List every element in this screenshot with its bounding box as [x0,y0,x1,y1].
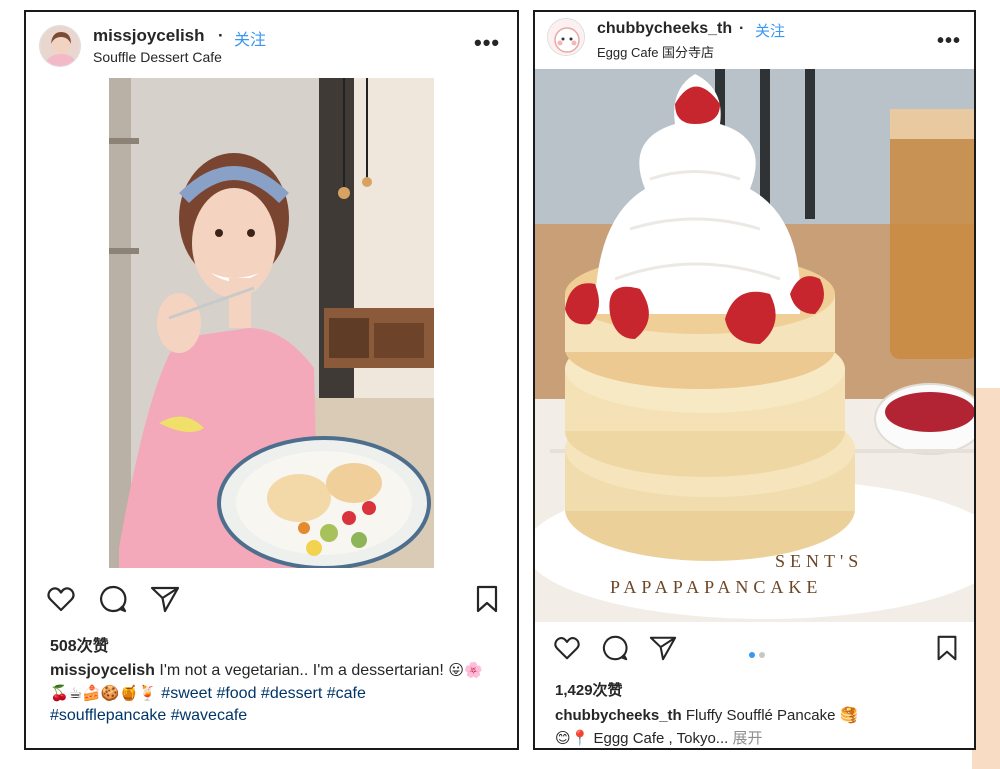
post-caption: missjoycelish I'm not a vegetarian.. I'm… [50,659,505,727]
follow-button[interactable]: 关注 [234,26,266,50]
avatar-cartoon [548,19,584,55]
separator-dot: · [218,26,224,45]
hashtags-line-2[interactable]: #soufflepancake #wavecafe [50,707,247,724]
share-icon[interactable] [649,634,677,662]
post-caption: chubbycheeks_th Fluffy Soufflé Pancake 🥞… [555,704,970,748]
instagram-post-1: missjoycelish · 关注 Souffle Dessert Cafe … [24,10,519,750]
caption-text: Fluffy Soufflé Pancake [681,707,840,724]
caption-emoji: 🥞 [839,706,859,724]
post-photo[interactable] [109,78,434,568]
photo-souffle-pancake: SENT'S PAPAPAPANCAKE [535,69,974,622]
caption-username[interactable]: missjoycelish [50,662,155,679]
location-link[interactable]: Eggg Cafe 国分寺店 [597,42,714,61]
caption-line2-emoji: 😊📍 [555,729,590,747]
caption-username[interactable]: chubbycheeks_th [555,707,682,724]
heart-icon[interactable] [46,584,76,614]
bookmark-icon[interactable] [933,634,961,662]
comment-icon[interactable] [601,634,629,662]
follow-button[interactable]: 关注 [755,20,785,41]
emoji-row: 🍒☕🍰🍪🍯🍹 [50,684,157,702]
separator-dot: · [739,20,745,37]
post-header: chubbycheeks_th · 关注 Eggg Cafe 国分寺店 ••• [535,12,974,72]
caption-text: I'm not a vegetarian.. I'm a dessertaria… [154,662,449,679]
more-options-icon[interactable]: ••• [474,32,500,54]
avatar[interactable] [39,25,81,67]
caption-emoji: 😛🌸 [448,661,483,679]
plate-text-1: SENT'S [775,551,863,571]
photo-woman-eating-pancake [109,78,434,568]
location-link[interactable]: Souffle Dessert Cafe [93,49,222,65]
username[interactable]: missjoycelish [93,26,205,46]
carousel-dot-active [749,652,755,658]
more-options-icon[interactable]: ••• [937,31,961,51]
expand-caption-link[interactable]: 展开 [732,730,762,747]
hashtags-line-1[interactable]: #sweet #food #dessert #cafe [161,685,366,702]
instagram-post-2: chubbycheeks_th · 关注 Eggg Cafe 国分寺店 ••• [533,10,976,750]
bookmark-icon[interactable] [472,584,502,614]
heart-icon[interactable] [553,634,581,662]
carousel-dot [759,652,765,658]
post-photo[interactable]: SENT'S PAPAPAPANCAKE [535,69,974,622]
action-bar [553,632,963,666]
action-bar [46,582,506,616]
like-count[interactable]: 1,429次赞 [555,679,623,700]
avatar-photo [40,26,80,66]
plate-text-2: PAPAPAPANCAKE [610,577,822,597]
username[interactable]: chubbycheeks_th [597,20,732,38]
share-icon[interactable] [150,584,180,614]
carousel-indicator [749,645,769,663]
caption-line2-text: Eggg Cafe , Tokyo... [589,730,733,747]
avatar[interactable] [547,18,585,56]
peach-accent-strip [972,388,1000,769]
comment-icon[interactable] [98,584,128,614]
like-count[interactable]: 508次赞 [50,632,109,656]
post-header: missjoycelish · 关注 Souffle Dessert Cafe … [26,12,517,72]
